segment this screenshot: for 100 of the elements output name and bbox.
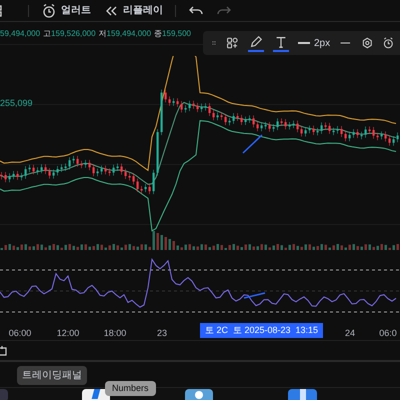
price-label: 255,099 [0,97,33,110]
volume-bar [280,245,283,250]
volume-bar [308,244,311,250]
ohlc-label: 저 [98,28,107,40]
volume-bar [140,244,143,250]
volume-bar [40,244,43,250]
volume-bar [260,244,263,250]
volume-bar [380,244,383,250]
volume-bar [32,246,35,250]
volume-bar [56,245,59,250]
volume-bar [12,246,15,250]
volume-bar [336,244,339,250]
volume-bar [324,244,327,250]
volume-bar [368,244,371,250]
volume-bar [160,235,163,250]
app-icon[interactable] [288,389,317,400]
trading-panel-tab[interactable]: 트레이딩패널 [17,366,87,385]
volume-bar [300,246,303,250]
volume-bar [272,245,275,250]
volume-bar [100,244,103,250]
volume-bar [108,245,111,250]
alarm-clock-icon[interactable] [382,35,395,51]
settings-icon[interactable] [360,35,374,51]
volume-bar [116,245,119,250]
volume-bar [276,244,279,250]
volume-bar [328,248,331,250]
pencil-tool[interactable] [248,34,264,52]
tooltip: Numbers [105,381,156,396]
volume-bar [164,237,167,250]
volume-bar [72,246,75,250]
volume-bar [136,246,139,250]
calendar-icon[interactable] [0,344,8,356]
volume-bar [264,244,267,250]
volume-bar [184,244,187,250]
volume-bar [200,244,203,250]
text-tool[interactable] [272,34,289,52]
volume-bar [384,244,387,250]
volume-bar [240,247,243,250]
toolbar-button[interactable]: 리플레이 [103,2,163,18]
volume-bar [152,231,155,250]
volume-bar [320,244,323,250]
volume-bar [212,246,215,250]
volume-bar [396,244,399,250]
time-axis-label: 18:00 [104,327,126,340]
ohlc-value: 159,500 [162,28,191,40]
volume-bar [352,244,355,250]
volume-bar [356,246,359,250]
volume-bar [80,244,83,250]
volume-bar [112,244,115,250]
volume-bar [316,246,319,250]
volume-bar [252,246,255,250]
volume-bar [248,244,251,250]
volume-bar [24,244,27,250]
volume-bar [364,244,367,250]
volume-bar [392,245,395,250]
volume-bar [376,246,379,250]
volume-bar [48,246,51,250]
volume-bar [224,248,227,250]
volume-bar [232,244,235,250]
volume-bar [128,244,131,250]
volume-bar [52,244,55,250]
crosshair-time-label: 토 2C 토 2025-08-23 13:15 [200,323,324,338]
volume-bar [4,245,7,250]
volume-bar [268,247,271,250]
volume-bar [60,248,63,250]
volume-bar [288,244,291,250]
volume-bar [372,246,375,250]
time-axis-label: 12:00 [56,327,80,340]
line-width-button[interactable]: 2px [298,36,330,50]
trend-line[interactable] [244,292,266,299]
volume-bar [244,244,247,250]
volume-bar [124,244,127,250]
volume-bar [176,246,179,250]
time-axis-label: 06:00 [8,327,32,340]
volume-bar [16,247,19,250]
volume-bar [388,248,391,250]
trend-line[interactable] [242,134,263,154]
ohlc-label: 종 [154,28,162,40]
toolbar-button[interactable]: 얼러트 [41,2,91,18]
volume-bar [76,246,79,250]
volume-bar [180,247,183,250]
ohlc-label: 고 [43,28,52,40]
volume-bar [188,244,191,250]
app-icon[interactable] [82,389,110,400]
volume-bar [344,248,347,250]
volume-bar [284,248,287,250]
alarm-clock-icon[interactable] [41,2,57,18]
volume-bar [196,246,199,250]
app-icon[interactable] [185,389,213,400]
volume-bar [28,246,31,250]
volume-bar [96,244,99,250]
time-axis-label: 24 [345,327,355,340]
volume-bar [216,244,219,250]
volume-bar [156,233,159,250]
volume-bar [296,246,299,250]
volume-bar [192,246,195,250]
ohlc-value: 159,526,000 [51,28,96,40]
volume-bar [208,247,211,250]
ohlc-value: 159,494,000 [106,28,152,40]
volume-bar [44,247,47,250]
